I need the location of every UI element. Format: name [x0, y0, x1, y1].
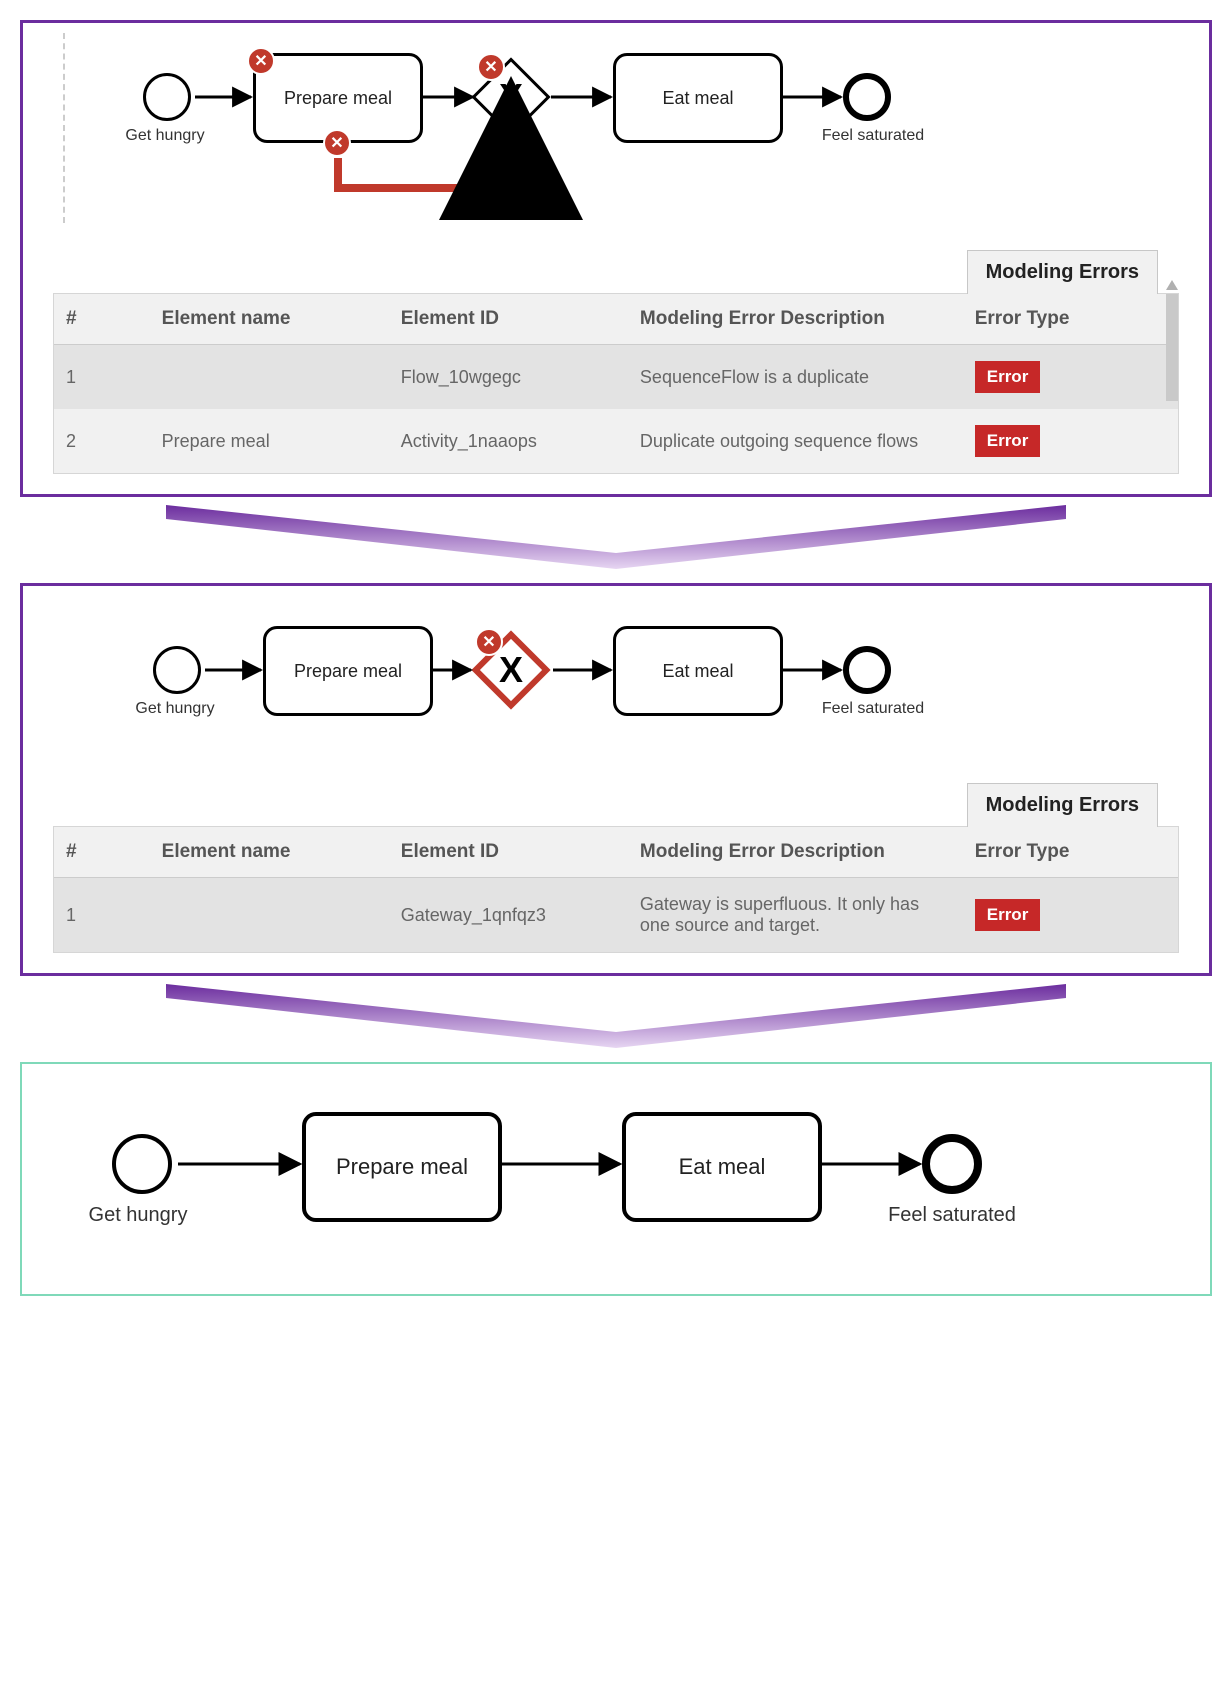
end-event-label: Feel saturated	[882, 1204, 1022, 1227]
cell-name: Prepare meal	[150, 409, 389, 473]
bpmn-diagram-3: Get hungry Prepare meal Eat meal Feel sa…	[22, 1064, 1210, 1294]
task-label: Prepare meal	[294, 661, 402, 682]
error-badge-icon[interactable]: ✕	[247, 47, 275, 75]
cell-type: Error	[963, 345, 1178, 410]
cell-type: Error	[963, 878, 1178, 953]
col-type: Error Type	[963, 294, 1178, 345]
col-name: Element name	[150, 827, 389, 878]
col-desc: Modeling Error Description	[628, 827, 963, 878]
start-event[interactable]	[143, 73, 191, 121]
modeling-errors-table-wrap: Modeling Errors # Element name Element I…	[53, 826, 1179, 953]
task-label: Prepare meal	[336, 1154, 468, 1180]
modeling-errors-tab[interactable]: Modeling Errors	[967, 783, 1158, 827]
scrollbar-thumb[interactable]	[1166, 294, 1178, 401]
modeling-errors-tab[interactable]: Modeling Errors	[967, 250, 1158, 294]
task-prepare-meal[interactable]: Prepare meal	[263, 626, 433, 716]
chevron-arrow-icon	[166, 984, 1066, 1048]
cell-num: 1	[54, 878, 150, 953]
cell-type: Error	[963, 409, 1178, 473]
gateway-marker: X	[499, 649, 523, 691]
cell-desc: Gateway is superfluous. It only has one …	[628, 878, 963, 953]
end-event[interactable]	[843, 73, 891, 121]
task-label: Eat meal	[662, 88, 733, 109]
panel-step-2: Get hungry Prepare meal X ✕ Eat meal Fee…	[20, 583, 1212, 976]
cell-desc: Duplicate outgoing sequence flows	[628, 409, 963, 473]
col-id: Element ID	[389, 294, 628, 345]
error-badge-icon[interactable]: ✕	[477, 53, 505, 81]
error-badge-icon[interactable]: ✕	[475, 628, 503, 656]
lane-divider	[63, 33, 65, 223]
error-badge: Error	[975, 425, 1041, 457]
task-label: Eat meal	[662, 661, 733, 682]
cell-desc: SequenceFlow is a duplicate	[628, 345, 963, 410]
table-row[interactable]: 1 Flow_10wgegc SequenceFlow is a duplica…	[54, 345, 1178, 410]
cell-id-link[interactable]: Gateway_1qnfqz3	[389, 878, 628, 953]
error-badge-icon[interactable]: ✕	[323, 129, 351, 157]
task-eat-meal[interactable]: Eat meal	[622, 1112, 822, 1222]
col-name: Element name	[150, 294, 389, 345]
start-event[interactable]	[112, 1134, 172, 1194]
chevron-arrow-icon	[166, 505, 1066, 569]
task-label: Eat meal	[679, 1154, 766, 1180]
end-event-label: Feel saturated	[803, 127, 943, 145]
end-event[interactable]	[922, 1134, 982, 1194]
col-num: #	[54, 827, 150, 878]
cell-id-link[interactable]: Flow_10wgegc	[389, 345, 628, 410]
cell-id-link[interactable]: Activity_1naaops	[389, 409, 628, 473]
sequence-flows	[22, 1064, 1210, 1294]
bpmn-diagram-2: Get hungry Prepare meal X ✕ Eat meal Fee…	[23, 586, 1209, 766]
modeling-errors-table: # Element name Element ID Modeling Error…	[54, 294, 1178, 473]
bpmn-diagram-1: Get hungry Prepare meal ✕ ✕ X ✕ Eat meal…	[23, 23, 1209, 243]
gateway-marker: X	[499, 76, 523, 118]
scrollbar-up-icon[interactable]	[1166, 280, 1178, 290]
start-event[interactable]	[153, 646, 201, 694]
cell-num: 2	[54, 409, 150, 473]
col-type: Error Type	[963, 827, 1178, 878]
error-badge: Error	[975, 361, 1041, 393]
modeling-errors-table-wrap: Modeling Errors # Element name Element I…	[53, 293, 1179, 474]
task-eat-meal[interactable]: Eat meal	[613, 53, 783, 143]
col-id: Element ID	[389, 827, 628, 878]
panel-step-1: Get hungry Prepare meal ✕ ✕ X ✕ Eat meal…	[20, 20, 1212, 497]
end-event-label: Feel saturated	[803, 700, 943, 718]
error-badge: Error	[975, 899, 1041, 931]
table-row[interactable]: 2 Prepare meal Activity_1naaops Duplicat…	[54, 409, 1178, 473]
task-prepare-meal[interactable]: Prepare meal	[302, 1112, 502, 1222]
end-event[interactable]	[843, 646, 891, 694]
col-num: #	[54, 294, 150, 345]
start-event-label: Get hungry	[95, 127, 235, 145]
col-desc: Modeling Error Description	[628, 294, 963, 345]
panel-step-3-final: Get hungry Prepare meal Eat meal Feel sa…	[20, 1062, 1212, 1296]
modeling-errors-table: # Element name Element ID Modeling Error…	[54, 827, 1178, 952]
cell-name	[150, 878, 389, 953]
table-row[interactable]: 1 Gateway_1qnfqz3 Gateway is superfluous…	[54, 878, 1178, 953]
task-label: Prepare meal	[284, 88, 392, 109]
start-event-label: Get hungry	[68, 1204, 208, 1227]
start-event-label: Get hungry	[105, 700, 245, 718]
task-eat-meal[interactable]: Eat meal	[613, 626, 783, 716]
cell-name	[150, 345, 389, 410]
cell-num: 1	[54, 345, 150, 410]
